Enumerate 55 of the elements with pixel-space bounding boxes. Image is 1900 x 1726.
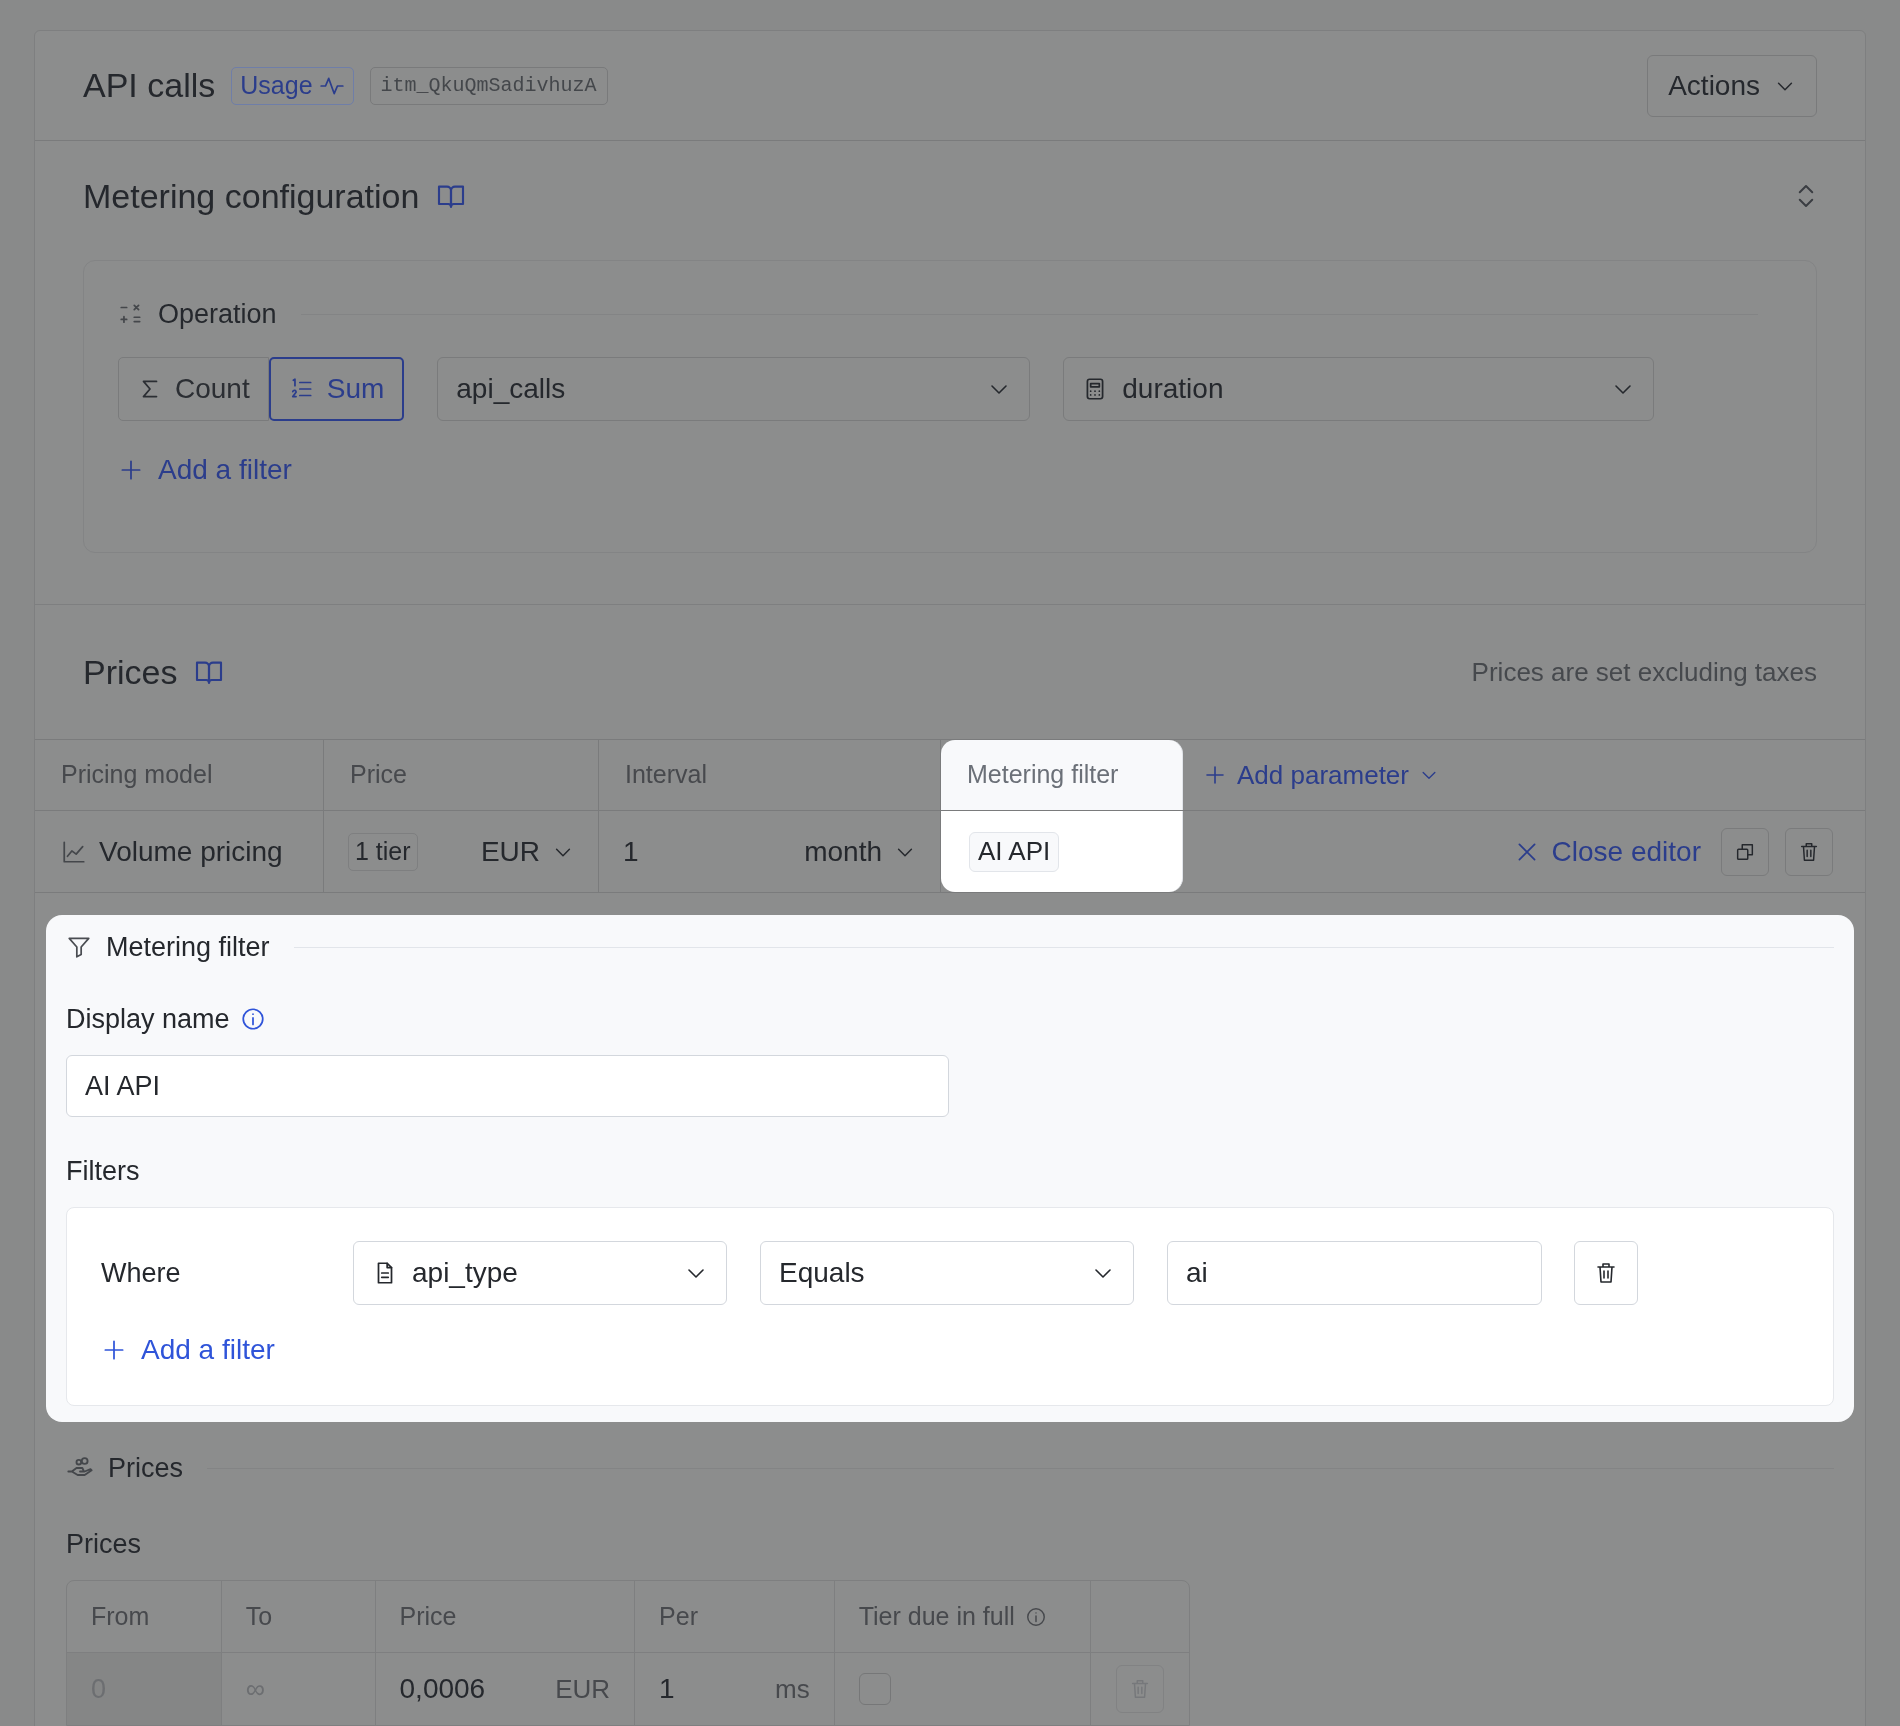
filter-conjunction: Where bbox=[101, 1256, 182, 1290]
add-filter-link[interactable]: Add a filter bbox=[101, 1329, 275, 1371]
info-icon bbox=[239, 1006, 266, 1032]
plus-icon bbox=[1203, 763, 1227, 787]
operation-option[interactable]: Count bbox=[118, 357, 269, 421]
panel-title: Metering filter bbox=[106, 930, 270, 964]
usage-badge: Usage bbox=[231, 66, 354, 105]
table-cell-text: Volume pricing bbox=[99, 834, 283, 869]
event-select[interactable]: api_calls bbox=[437, 357, 1031, 421]
column-header: Price bbox=[399, 1600, 457, 1632]
trash-icon bbox=[1798, 840, 1820, 863]
currency-label: EUR bbox=[555, 1672, 611, 1706]
metering-filter-tag: AI API bbox=[969, 831, 1060, 872]
display-name-input[interactable]: AI API bbox=[66, 1055, 949, 1117]
operation-label: Operation bbox=[158, 297, 277, 331]
column-header: Metering filter bbox=[941, 740, 1183, 810]
tier-count-badge: 1 tier bbox=[348, 832, 418, 871]
section-heading: Metering configuration bbox=[83, 175, 420, 217]
interval-unit-select[interactable]: month bbox=[804, 830, 916, 873]
filter-value-input[interactable]: ai bbox=[1167, 1241, 1542, 1305]
table-title: Prices bbox=[66, 1528, 142, 1554]
delete-button[interactable] bbox=[1785, 827, 1833, 876]
property-select[interactable]: duration bbox=[1063, 357, 1655, 421]
field-label: Filters bbox=[66, 1157, 141, 1185]
field-label: Display name bbox=[66, 1002, 230, 1036]
close-editor-button[interactable]: Close editor bbox=[1513, 811, 1701, 892]
actions-button[interactable]: Actions bbox=[1647, 54, 1817, 117]
pricing-note: Prices are set excluding taxes bbox=[1471, 655, 1817, 689]
section-title: Prices bbox=[108, 1451, 183, 1485]
duplicate-button[interactable] bbox=[1721, 827, 1769, 876]
delete-filter-button[interactable] bbox=[1574, 1241, 1638, 1305]
unit-label: ms bbox=[775, 1672, 810, 1706]
column-header: Pricing model bbox=[35, 740, 324, 810]
section-heading: Prices bbox=[83, 651, 178, 693]
add-filter-link[interactable]: Add a filter bbox=[118, 449, 292, 491]
per-input[interactable]: 1 bbox=[659, 1668, 675, 1710]
interval-count-field[interactable]: 1 bbox=[623, 830, 639, 873]
info-icon bbox=[1024, 1605, 1047, 1628]
column-header: Per bbox=[659, 1600, 698, 1632]
filter-operator-select[interactable]: Equals bbox=[760, 1241, 1134, 1305]
add-parameter-button[interactable]: Add parameter bbox=[1203, 740, 1439, 810]
filter-field-select[interactable]: api_type bbox=[353, 1241, 727, 1305]
funnel-icon bbox=[66, 934, 92, 960]
trash-icon bbox=[1594, 1261, 1618, 1285]
operation-option[interactable]: Sum bbox=[268, 357, 405, 421]
line-chart-icon bbox=[61, 838, 87, 865]
column-header: Tier due in full bbox=[858, 1600, 1015, 1632]
currency-select[interactable]: EUR bbox=[480, 830, 574, 873]
table-cell-text: ∞ bbox=[245, 1672, 265, 1706]
item-id-badge: itm_QkuQmSadivhuzA bbox=[369, 66, 608, 105]
column-header: Price bbox=[324, 740, 599, 810]
price-input[interactable]: 0,0006 bbox=[399, 1668, 486, 1710]
column-header: To bbox=[245, 1600, 273, 1632]
column-header: From bbox=[91, 1600, 150, 1632]
page-title: API calls bbox=[83, 65, 216, 106]
